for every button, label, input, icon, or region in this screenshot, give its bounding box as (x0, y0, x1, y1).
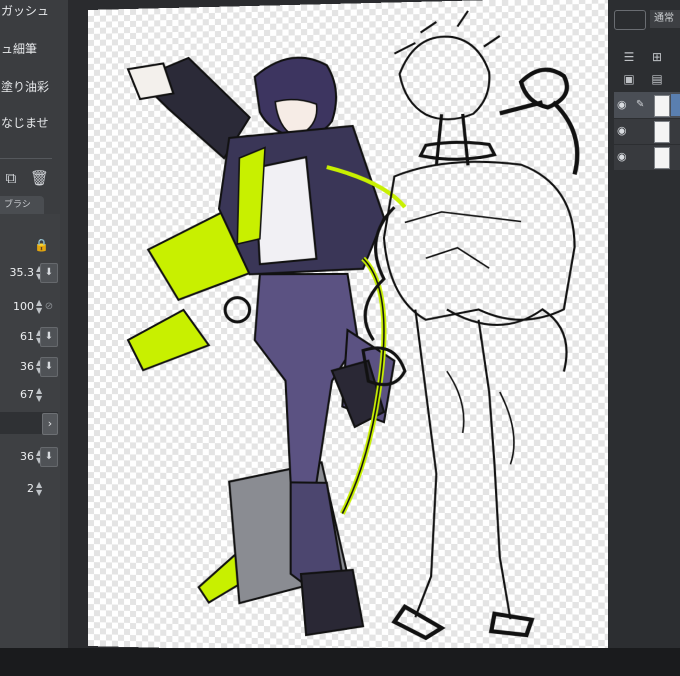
eye-icon[interactable]: ◉ (617, 124, 631, 138)
sketch-character (363, 8, 577, 641)
reset-icon[interactable]: ⊘ (40, 297, 58, 317)
layer-row[interactable]: ◉ (614, 118, 680, 145)
brush-item-gouache[interactable]: ガッシュ (0, 0, 53, 26)
layer-row[interactable]: ◉ ✎ (614, 92, 680, 119)
chevron-right-icon[interactable]: › (42, 413, 58, 435)
prop-value[interactable]: 100 (13, 296, 34, 318)
prop-value[interactable]: 36 (20, 446, 34, 468)
prop-row-blend: 36 ▲▼ ⬇ (0, 356, 60, 378)
eye-icon[interactable]: ◉ (617, 98, 631, 112)
download-icon[interactable]: ⬇ (40, 263, 58, 283)
blend-mode-dropdown[interactable] (614, 10, 646, 30)
spin-icon[interactable]: ▲▼ (36, 481, 42, 497)
lock-icon[interactable]: 🔒 (34, 238, 49, 252)
layer-name (671, 94, 680, 116)
add-layer-icon[interactable]: ⧉ (2, 169, 20, 187)
prop-row-texture: 36 ▲▼ ⬇ (0, 446, 60, 468)
artwork (88, 0, 626, 659)
prop-value[interactable]: 36 (20, 356, 34, 378)
download-icon[interactable]: ⬇ (40, 357, 58, 377)
prop-value[interactable]: 67 (20, 384, 34, 406)
tool-panel: ガッシュ ュ細筆 塗り油彩 なじませ ⧉ 🗑 ブラシ 🔒 35.3 ▲▼ ⬇ 1… (0, 0, 68, 676)
colored-character (128, 53, 405, 637)
layer-color-icon[interactable]: ▣ (622, 72, 636, 86)
pen-icon: ✎ (636, 99, 645, 110)
mask-icon[interactable]: ⊞ (650, 50, 664, 64)
download-icon[interactable]: ⬇ (40, 327, 58, 347)
trash-icon[interactable]: 🗑 (30, 169, 49, 187)
prop-value[interactable]: 2 (27, 478, 34, 500)
prop-row-stabilizer: 2 ▲ ▼ (0, 478, 60, 500)
divider (0, 158, 52, 159)
canvas-area (68, 0, 627, 676)
brush-item-fine[interactable]: ュ細筆 (0, 34, 53, 64)
eye-icon[interactable]: ◉ (617, 150, 631, 164)
layer-panel-header: 通常 (614, 10, 680, 30)
layer-row[interactable]: ◉ (614, 144, 680, 171)
download-icon[interactable]: ⬇ (40, 447, 58, 467)
prop-value[interactable]: 35.3 (10, 262, 35, 284)
fill-icon[interactable]: ▤ (650, 72, 664, 86)
prop-value[interactable]: 61 (20, 326, 34, 348)
spin-icon[interactable]: ▲▼ (36, 387, 42, 403)
layer-thumbnail (654, 121, 670, 143)
layer-settings-icon[interactable]: ☰ (622, 50, 636, 64)
brush-item-oil[interactable]: 塗り油彩 (0, 72, 53, 102)
prop-row-density: 61 ▲▼ ⬇ (0, 326, 60, 348)
blend-mode-label[interactable]: 通常 (650, 10, 680, 28)
tool-property-tab[interactable]: ブラシ (0, 196, 44, 214)
layer-thumbnail (654, 147, 670, 169)
tool-property-body: 🔒 35.3 ▲▼ ⬇ 100 ▲▼ ⊘ 61 ▲▼ ⬇ 36 ▲▼ ⬇ 67 … (0, 214, 60, 676)
prop-row-amount: 67 ▲ ▼ (0, 384, 60, 406)
brush-item-blend[interactable]: なじませ (0, 108, 53, 138)
prop-row-size: 35.3 ▲▼ ⬇ (0, 262, 60, 284)
layer-panel: 通常 ☰ ⊞ ▣ ▤ ◉ ✎ ◉ ◉ (608, 0, 680, 676)
layer-thumbnail (654, 95, 670, 117)
drawing-canvas[interactable] (88, 0, 627, 660)
brush-action-row: ⧉ 🗑 (0, 165, 52, 191)
monitor-bezel (0, 648, 680, 676)
layer-list: ◉ ✎ ◉ ◉ (614, 92, 680, 171)
prop-row-opacity: 100 ▲ ▼ ⊘ (0, 296, 60, 318)
